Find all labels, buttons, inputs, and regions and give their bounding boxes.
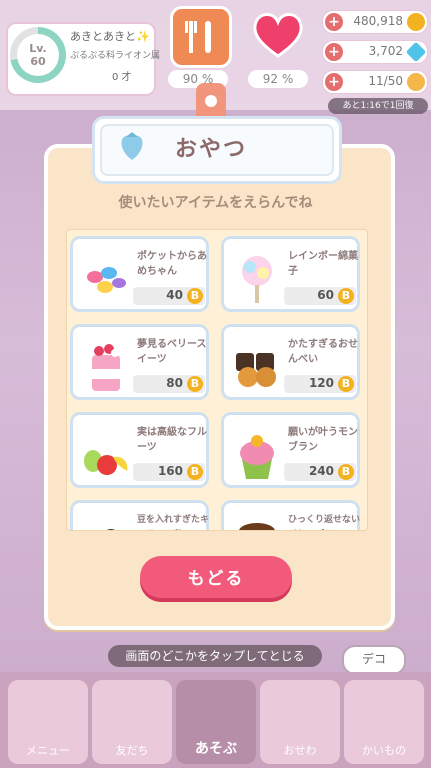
level-value: 60	[30, 55, 46, 68]
modal-title: おやつ	[175, 137, 248, 162]
level-label: Lv.	[29, 42, 47, 55]
coin-value: 480,918	[353, 14, 403, 28]
item-price-value: 60	[317, 288, 334, 302]
item-price-value: 120	[308, 376, 334, 390]
strawberry-icon	[115, 128, 149, 162]
gem-value: 3,702	[368, 44, 403, 58]
item-name: 豆を入れすぎたキャラメル煮	[137, 515, 210, 525]
bolt-icon	[407, 73, 425, 91]
add-coins-icon[interactable]: +	[325, 13, 343, 31]
nav-menu-label: メニュー	[26, 744, 70, 757]
coin-icon: B	[338, 376, 354, 392]
back-button[interactable]: もどる	[140, 556, 292, 598]
item-name: レインボー綿菓子	[288, 251, 358, 277]
deco-button[interactable]: デコ	[342, 645, 406, 675]
coin-icon	[407, 13, 425, 31]
rice-cracker-icon	[230, 339, 284, 393]
nav-play-label: あそぶ	[195, 741, 237, 757]
item-card[interactable]: かたすぎるおせんべい 120 B	[221, 324, 360, 400]
mont-blanc-icon	[230, 427, 284, 481]
tap-to-close-hint: 画面のどこかをタップしてとじる	[108, 645, 322, 667]
item-price: 80 B	[133, 375, 205, 393]
nav-care-label: おせわ	[283, 744, 317, 757]
item-card[interactable]: レインボー綿菓子 60 B	[221, 236, 360, 312]
add-stamina-icon[interactable]: +	[325, 73, 343, 91]
coin-icon: B	[187, 464, 203, 480]
item-card[interactable]: ポケットからあめちゃん 40 B	[70, 236, 209, 312]
item-price: 160 B	[133, 463, 205, 481]
coin-icon: B	[187, 288, 203, 304]
item-name: ポケットからあめちゃん	[137, 251, 207, 277]
add-gems-icon[interactable]: +	[325, 43, 343, 61]
item-card[interactable]: ひっくり返せないバケツプリン	[221, 500, 361, 530]
stamina-timer: あと1:16で1回復	[328, 98, 428, 114]
item-name: 願いが叶うモンブラン	[288, 427, 358, 453]
item-price: 40 B	[133, 287, 205, 305]
nav-shop-label: かいもの	[362, 744, 406, 757]
item-price: 120 B	[284, 375, 356, 393]
item-price: 240 B	[284, 463, 356, 481]
nav-friends[interactable]: 友だち	[92, 680, 172, 764]
item-price-value: 240	[308, 464, 334, 478]
coin-icon: B	[187, 376, 203, 392]
nav-care[interactable]: おせわ	[260, 680, 340, 764]
coin-icon: B	[338, 464, 354, 480]
item-name: 実は高級なフルーツ	[137, 427, 207, 453]
item-price-value: 80	[166, 376, 183, 390]
heart-icon[interactable]	[250, 10, 306, 60]
berry-parfait-icon	[79, 339, 133, 393]
item-list[interactable]: ポケットからあめちゃん 40 B レインボー綿菓子 60 B 夢見るベリースイーツ …	[66, 229, 368, 531]
bean-icon	[79, 515, 133, 530]
nav-menu[interactable]: メニュー	[8, 680, 88, 764]
diamond-icon	[405, 41, 427, 63]
player-title: ぷるぷる科ライオン属	[70, 51, 161, 61]
back-button-label: もどる	[187, 569, 245, 589]
item-card[interactable]: 実は高級なフルーツ 160 B	[70, 412, 209, 488]
item-name: ひっくり返せないバケツプリン	[288, 515, 361, 525]
level-badge: Lv. 60	[17, 34, 59, 76]
nav-friends-label: 友だち	[115, 744, 149, 757]
stamina-counter[interactable]: + 11/50	[322, 70, 428, 94]
item-card[interactable]: 夢見るベリースイーツ 80 B	[70, 324, 209, 400]
item-card[interactable]: 豆を入れすぎたキャラメル煮	[70, 500, 210, 530]
item-price-value: 40	[166, 288, 183, 302]
fork-knife-icon[interactable]	[170, 6, 232, 68]
item-card[interactable]: 願いが叶うモンブラン 240 B	[221, 412, 360, 488]
coin-icon: B	[338, 288, 354, 304]
candy-icon	[79, 251, 133, 305]
item-price: 60 B	[284, 287, 356, 305]
nav-shop[interactable]: かいもの	[344, 680, 424, 764]
heart-percent: 92 %	[248, 70, 308, 88]
coin-counter[interactable]: + 480,918	[322, 10, 428, 34]
nav-play[interactable]: あそぶ	[176, 680, 256, 764]
modal-subtitle: 使いたいアイテムをえらんでね	[118, 195, 313, 211]
hanger-hole	[205, 95, 217, 107]
cotton-candy-icon	[230, 251, 284, 305]
pudding-icon	[230, 515, 284, 530]
stamina-value: 11/50	[368, 74, 403, 88]
item-name: 夢見るベリースイーツ	[137, 339, 207, 365]
fruit-icon	[79, 427, 133, 481]
player-name: あきとあきと✨	[70, 30, 150, 43]
item-price-value: 160	[157, 464, 183, 478]
gem-counter[interactable]: + 3,702	[322, 40, 428, 64]
player-age: 0 才	[112, 72, 132, 83]
item-name: かたすぎるおせんべい	[288, 339, 358, 365]
